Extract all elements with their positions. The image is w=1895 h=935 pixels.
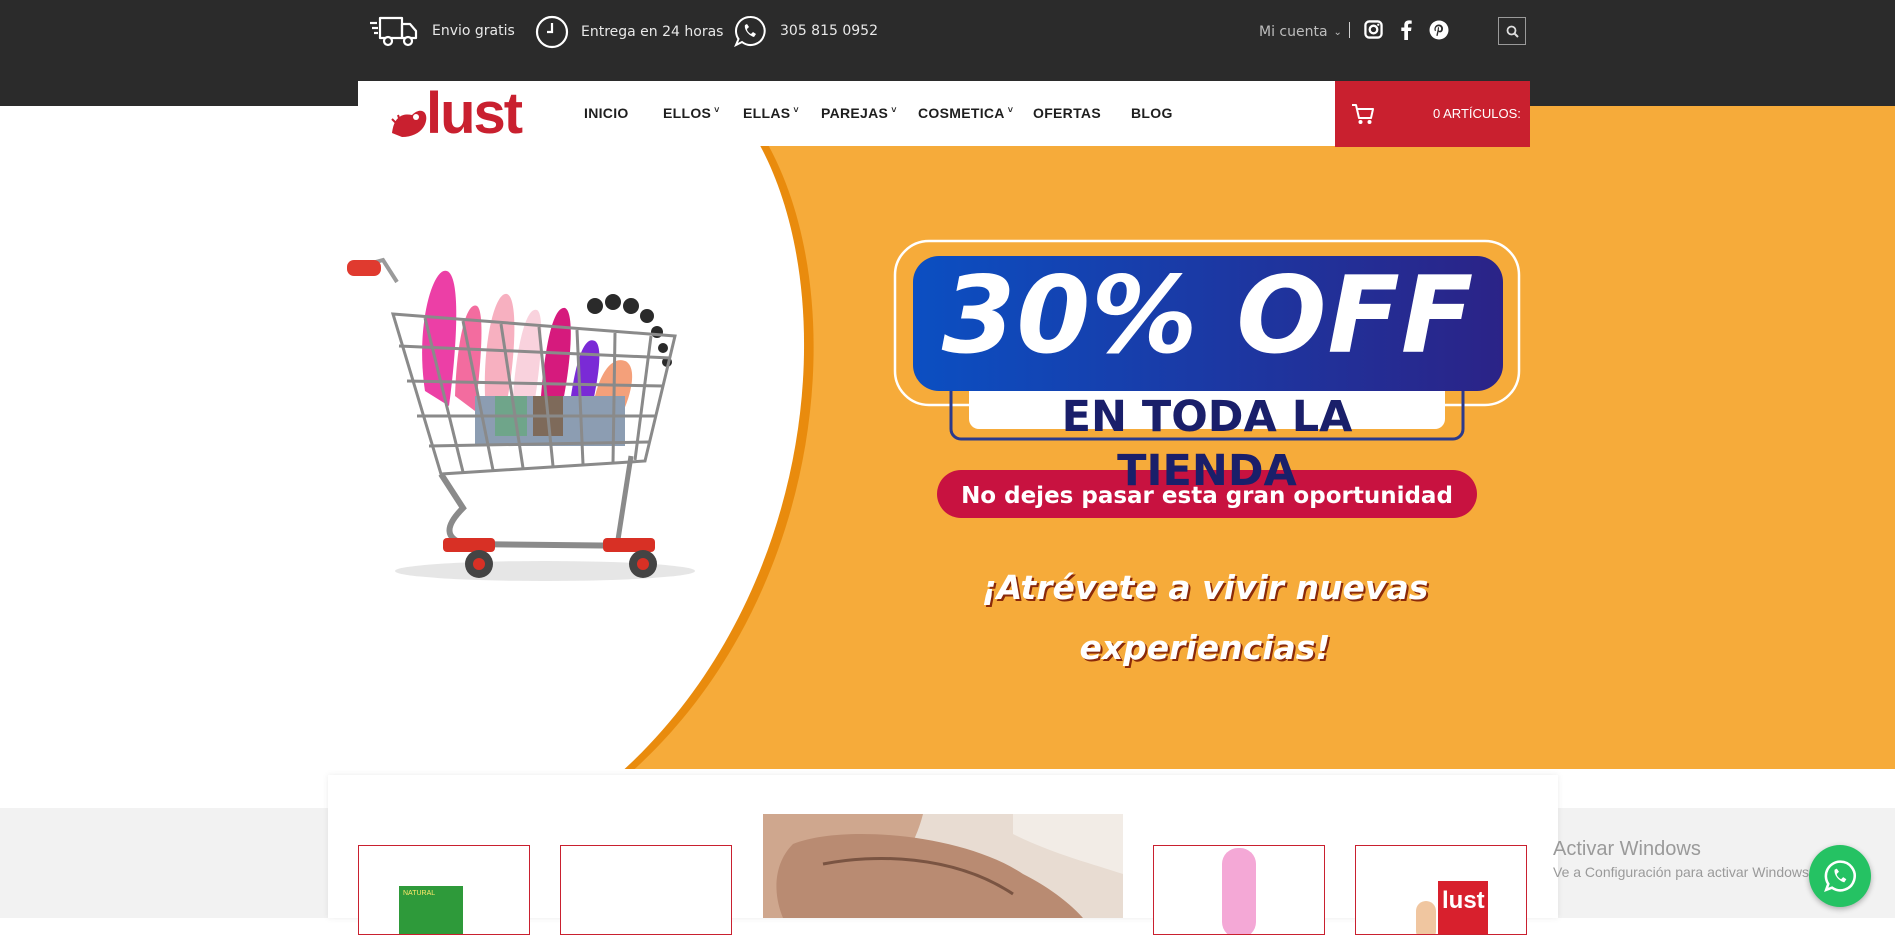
chevron-down-icon: ˅ [714,105,720,115]
feature-photo[interactable] [763,814,1123,918]
shipping-info: Envio gratis [370,14,515,48]
nav-ellas[interactable]: ELLAS ˅ [743,105,799,121]
product-image-secondary [1416,901,1436,934]
truck-icon [370,16,418,47]
instagram-link[interactable] [1364,20,1383,43]
facebook-link[interactable] [1399,19,1413,44]
watermark-title: Activar Windows [1553,838,1701,860]
nav-ofertas-label[interactable]: OFERTAS [1033,105,1101,121]
instagram-icon [1364,20,1383,39]
hero-tagline: ¡Atrévete a vivir nuevas experiencias! [981,568,1429,667]
phone-info[interactable]: 305 815 0952 [734,15,878,47]
search-icon [1506,25,1519,38]
hero-banner[interactable]: 30% OFF EN TODA LA TIENDA No dejes pasar… [0,106,1895,775]
whatsapp-icon [734,15,766,47]
product-card[interactable]: NATURAL [358,845,530,935]
product-brand-label: lust [1442,887,1485,914]
windows-activation-watermark: Activar Windows Ve a Configuración para … [1553,836,1811,882]
logo-text: lust [426,81,523,146]
shipping-label: Envio gratis [432,23,515,39]
product-card[interactable] [1153,845,1325,935]
clock-icon [535,15,569,49]
delivery-label: Entrega en 24 horas [581,24,724,40]
nav-parejas[interactable]: PAREJAS ˅ [821,105,897,121]
nav-ellos[interactable]: ELLOS ˅ [663,105,720,121]
nav-ellos-label[interactable]: ELLOS [663,105,711,121]
nav-cosmetica[interactable]: COSMETICA ˅ [918,105,1013,121]
shopping-cart-illustration [347,257,695,581]
nav-ellas-label[interactable]: ELLAS [743,105,790,121]
search-button[interactable] [1498,17,1526,45]
nav-parejas-label[interactable]: PAREJAS [821,105,888,121]
account-menu[interactable]: Mi cuenta ⌄ [1259,24,1342,40]
nav-ofertas[interactable]: OFERTAS [1033,105,1101,121]
whatsapp-icon [1824,860,1856,892]
watermark-subtitle: Ve a Configuración para activar Windows. [1553,864,1811,880]
pinterest-link[interactable] [1429,20,1449,44]
chevron-down-icon: ˅ [1007,105,1014,115]
logo[interactable]: lust [386,83,526,147]
chevron-down-icon: ⌄ [1333,26,1342,38]
divider [1349,22,1350,38]
product-pack-label: NATURAL [403,890,436,897]
product-image: NATURAL [399,886,463,934]
cart-button[interactable]: 0 ARTÍCULOS: [1335,81,1530,147]
nav-inicio[interactable]: INICIO [584,105,629,121]
product-image: lust [1438,881,1488,934]
hero-cta[interactable]: No dejes pasar esta gran oportunidad [937,472,1477,520]
cart-icon [1352,104,1374,124]
facebook-icon [1401,20,1412,40]
couple-photo [763,814,1123,918]
chevron-down-icon: ˅ [891,105,897,115]
nav-cosmetica-label[interactable]: COSMETICA [918,105,1005,121]
nav-inicio-label[interactable]: INICIO [584,105,629,121]
phone-number[interactable]: 305 815 0952 [780,23,878,39]
account-label[interactable]: Mi cuenta [1259,24,1328,40]
product-card[interactable]: lust [1355,845,1527,935]
chevron-down-icon: ˅ [793,105,799,115]
product-card[interactable] [560,845,732,935]
cart-count-label[interactable]: 0 ARTÍCULOS: [1433,106,1521,121]
nav-blog[interactable]: BLOG [1131,105,1173,121]
whatsapp-chat-button[interactable] [1809,845,1871,907]
nav-blog-label[interactable]: BLOG [1131,105,1173,121]
hero-headline: 30% OFF [941,254,1475,377]
product-image [1222,848,1256,934]
pinterest-icon [1429,20,1449,40]
delivery-info: Entrega en 24 horas [535,15,723,49]
